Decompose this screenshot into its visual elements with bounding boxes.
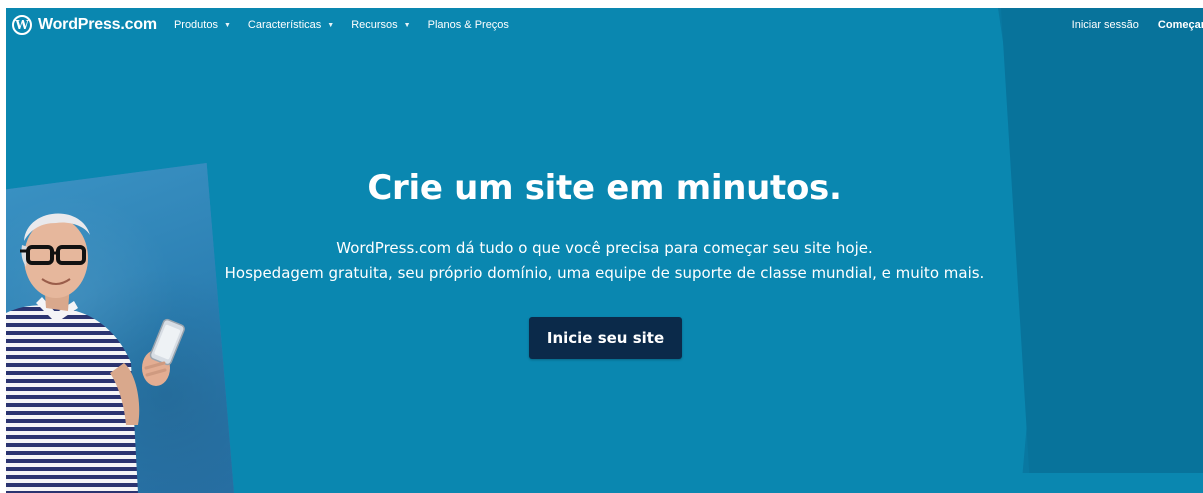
wordpress-logo-icon: W	[12, 15, 32, 35]
nav-account-links: Iniciar sessão Começar	[1072, 8, 1203, 42]
top-navigation: W WordPress.com Produtos ▼ Característic…	[6, 8, 1203, 42]
hero-photo	[6, 163, 234, 493]
hero-title: Crie um site em minutos.	[367, 168, 842, 208]
page-top-edge	[0, 0, 1203, 8]
caret-down-icon: ▼	[327, 21, 335, 29]
nav-item-label: Planos & Preços	[427, 19, 509, 31]
nav-item-recursos[interactable]: Recursos ▼	[351, 19, 410, 31]
nav-item-label: Características	[247, 19, 322, 31]
man-with-phone-illustration	[6, 213, 185, 493]
get-started-link[interactable]: Começar	[1158, 19, 1203, 31]
nav-item-label: Recursos	[351, 19, 398, 31]
nav-item-caracteristicas[interactable]: Características ▼	[248, 19, 334, 31]
hero-subtitle-line-2: Hospedagem gratuita, seu próprio domínio…	[224, 264, 985, 282]
wordpress-logo[interactable]: W WordPress.com	[12, 15, 157, 35]
start-site-button[interactable]: Inicie seu site	[529, 317, 682, 359]
login-link[interactable]: Iniciar sessão	[1072, 19, 1139, 31]
nav-item-label: Produtos	[173, 19, 218, 31]
nav-item-planos-precos[interactable]: Planos & Preços	[428, 19, 509, 31]
caret-down-icon: ▼	[403, 21, 411, 29]
caret-down-icon: ▼	[223, 21, 231, 29]
hero-section: W WordPress.com Produtos ▼ Característic…	[6, 8, 1203, 493]
nav-item-produtos[interactable]: Produtos ▼	[174, 19, 231, 31]
brand-name: WordPress.com	[38, 16, 157, 33]
hero-subtitle-line-1: WordPress.com dá tudo o que você precisa…	[336, 239, 873, 257]
